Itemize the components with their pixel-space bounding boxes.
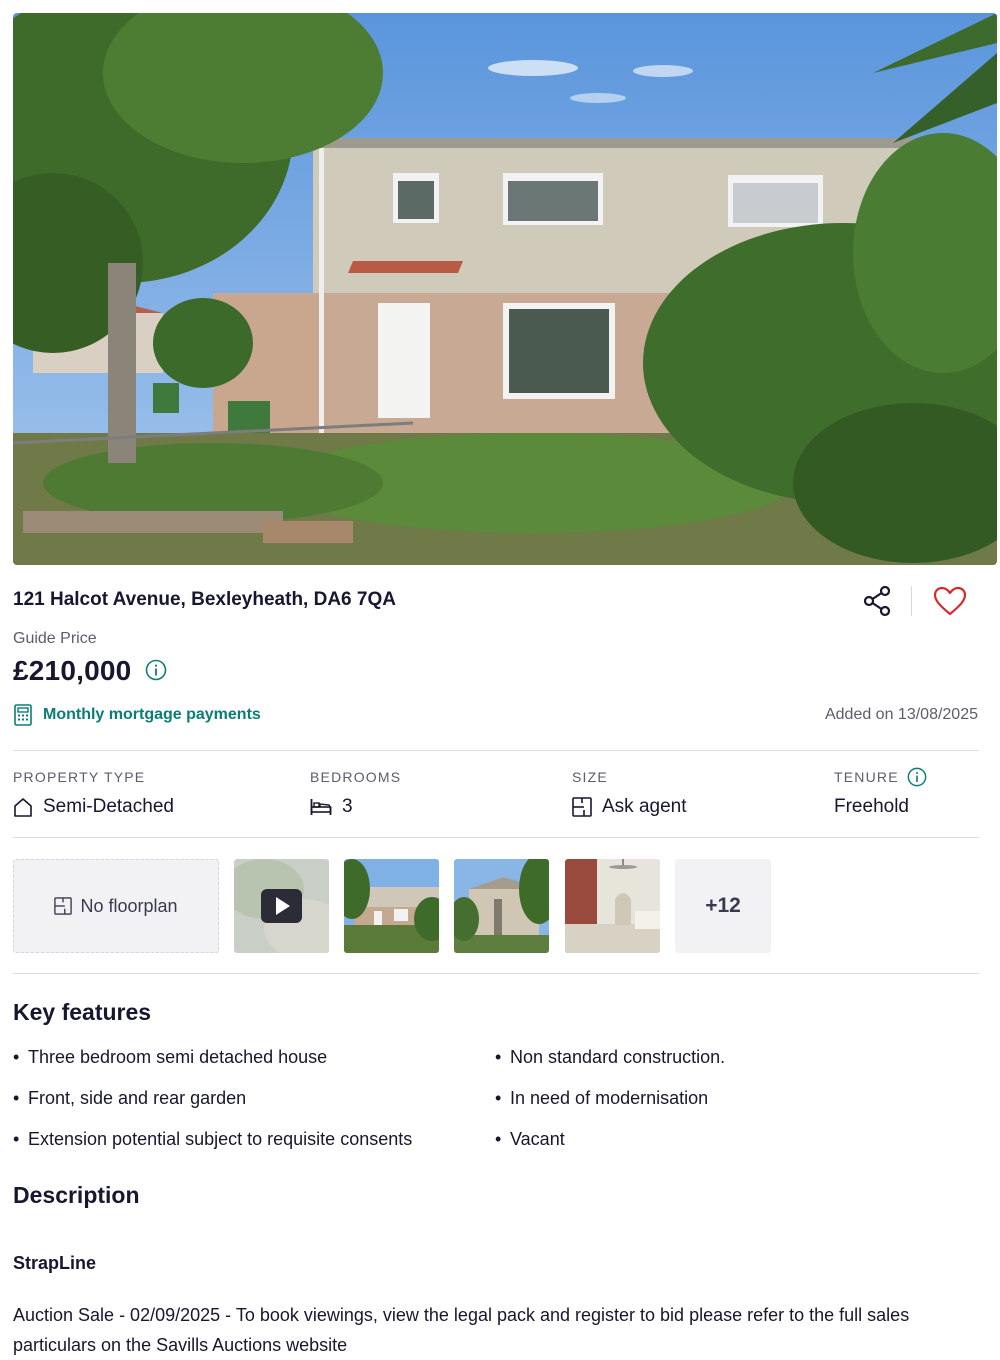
price-qualifier: Guide Price [13, 630, 97, 647]
floorplan-label: No floorplan [80, 895, 178, 916]
price-row: £210,000 [13, 655, 167, 687]
photo-thumbnail[interactable] [454, 859, 549, 953]
list-item: • Non standard construction. [495, 1047, 726, 1067]
stat-label: PROPERTY TYPE [13, 769, 146, 785]
stat-value: Ask agent [602, 796, 687, 817]
divider [13, 750, 979, 751]
divider [13, 837, 979, 838]
price: £210,000 [13, 655, 132, 686]
mortgage-link-label: Monthly mortgage payments [43, 706, 261, 723]
key-features-heading: Key features [13, 999, 152, 1025]
stat-size: SIZE Ask agent [572, 768, 687, 818]
description-heading: Description [13, 1182, 140, 1208]
stat-label: SIZE [572, 769, 608, 785]
stat-label: TENURE [834, 769, 899, 785]
heart-icon [933, 586, 967, 616]
stat-value: 3 [342, 796, 353, 817]
share-icon [863, 585, 891, 617]
video-thumbnail[interactable] [234, 859, 329, 953]
added-date: Added on 13/08/2025 [824, 706, 978, 723]
floorplan-icon [572, 797, 592, 817]
listing-actions [857, 583, 970, 619]
share-button[interactable] [857, 583, 897, 619]
stat-value: Freehold [834, 796, 909, 817]
stat-property-type: PROPERTY TYPE Semi-Detached [13, 768, 174, 818]
stat-tenure: TENURE Freehold [834, 767, 927, 818]
house-icon [14, 798, 32, 817]
calculator-icon [14, 704, 32, 726]
list-item: • Front, side and rear garden [13, 1088, 247, 1108]
list-item: • In need of modernisation [495, 1088, 709, 1108]
description-text: Auction Sale - 02/09/2025 - To book view… [13, 1305, 910, 1355]
floorplan-icon [54, 897, 73, 915]
mortgage-calculator-link[interactable]: Monthly mortgage payments [13, 704, 261, 726]
list-item: • Extension potential subject to requisit… [13, 1129, 413, 1149]
stat-bedrooms: BEDROOMS 3 [310, 768, 401, 818]
price-info-button[interactable] [145, 659, 167, 686]
list-item: • Three bedroom semi detached house [13, 1047, 328, 1067]
bed-icon [310, 799, 332, 815]
stat-value: Semi-Detached [43, 796, 174, 817]
info-icon [146, 659, 167, 680]
photo-thumbnail[interactable] [565, 859, 660, 953]
description-strapline: StrapLine [13, 1253, 97, 1273]
main-property-photo[interactable] [13, 13, 997, 565]
divider [13, 973, 979, 974]
floorplan-tile[interactable]: No floorplan [13, 859, 219, 953]
more-photos-button[interactable]: +12 [675, 859, 771, 953]
save-favourite-button[interactable] [930, 583, 970, 619]
info-icon[interactable] [907, 767, 927, 787]
list-item: • Vacant [495, 1129, 565, 1149]
property-address: 121 Halcot Avenue, Bexleyheath, DA6 7QA [13, 589, 396, 610]
stat-label: BEDROOMS [310, 769, 402, 785]
photo-thumbnail[interactable] [344, 859, 439, 953]
actions-divider [911, 586, 912, 616]
